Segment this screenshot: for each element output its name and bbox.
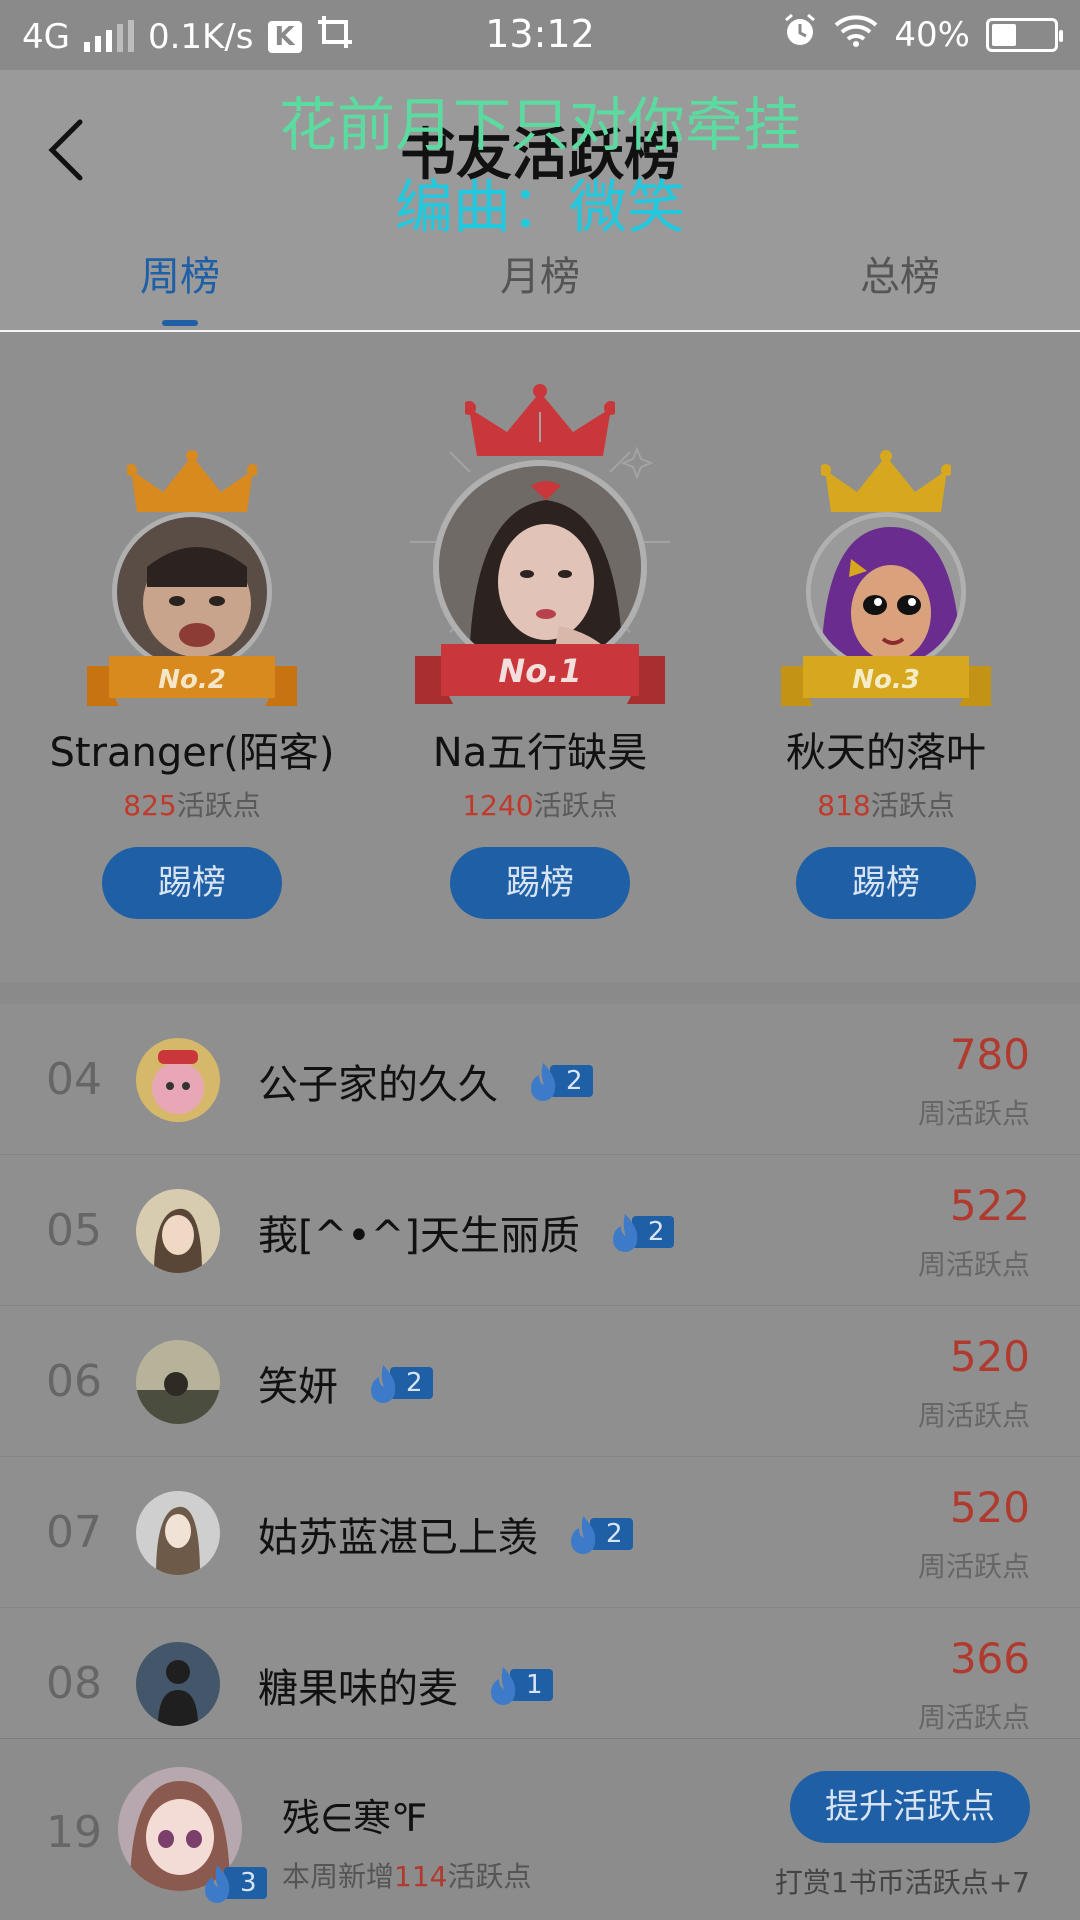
tab-weekly[interactable]: 周榜 <box>0 242 360 330</box>
activity-label: 周活跃点 <box>917 1399 1030 1432</box>
activity-value: 522 <box>949 1181 1030 1230</box>
activity-label: 周活跃点 <box>917 1097 1030 1130</box>
lyric-overlay-line1: 花前月下只对你牵挂 <box>278 91 801 159</box>
user-name: 糖果味的麦 1 <box>258 1656 553 1714</box>
podium-first: No.1 Na五行缺昊 1240活跃点 踢榜 <box>360 332 720 982</box>
rank-number: 07 <box>46 1507 102 1558</box>
rank-ribbon: No.1 <box>415 644 665 704</box>
ranking-tabs: 周榜 月榜 总榜 <box>0 242 1080 330</box>
level-badge: 2 <box>610 1214 675 1252</box>
list-item[interactable]: 08 糖果味的麦 1 366 周活跃点 <box>0 1608 1080 1759</box>
raise-activity-button[interactable]: 提升活跃点 <box>790 1771 1030 1843</box>
activity-label: 周活跃点 <box>917 1550 1030 1583</box>
my-name: 残∈寒℉ <box>282 1796 428 1840</box>
rank-ribbon: No.2 <box>87 656 297 706</box>
activity-label: 周活跃点 <box>917 1701 1030 1734</box>
my-rank-bar: 19 3 残∈寒℉ 本周新增114活跃点 提升活跃点 打赏1书币活跃点+7 <box>0 1738 1080 1920</box>
activity-value: 520 <box>949 1483 1030 1532</box>
wifi-icon <box>834 13 878 56</box>
avatar[interactable] <box>136 1642 220 1726</box>
avatar[interactable] <box>112 512 272 672</box>
avatar[interactable] <box>136 1038 220 1122</box>
podium-points: 818活跃点 <box>817 789 955 822</box>
user-name: 笑妍 2 <box>258 1354 433 1412</box>
crown-icon <box>821 450 951 512</box>
user-name: 公子家的久久 2 <box>258 1052 593 1110</box>
battery-fill <box>992 23 1016 46</box>
flame-icon <box>205 1865 230 1903</box>
podium-points: 1240活跃点 <box>462 789 618 822</box>
list-item[interactable]: 06 笑妍 2 520 周活跃点 <box>0 1306 1080 1457</box>
activity-value: 366 <box>949 1634 1030 1683</box>
rank-number: 08 <box>46 1658 102 1709</box>
rank-number: 04 <box>46 1054 102 1105</box>
level-badge: 1 <box>488 1667 553 1705</box>
avatar[interactable] <box>136 1189 220 1273</box>
reward-tip: 打赏1书币活跃点+7 <box>774 1866 1030 1899</box>
crown-icon <box>127 450 257 512</box>
activity-value: 780 <box>949 1030 1030 1079</box>
user-name: 莪[^•^]天生丽质 2 <box>258 1203 675 1261</box>
flame-icon <box>371 1365 396 1403</box>
list-item[interactable]: 05 莪[^•^]天生丽质 2 522 周活跃点 <box>0 1155 1080 1306</box>
podium-third: No.3 秋天的落叶 818活跃点 踢榜 <box>706 332 1066 982</box>
activity-label: 周活跃点 <box>917 1248 1030 1281</box>
level-badge: 2 <box>528 1063 593 1101</box>
list-item[interactable]: 04 公子家的久久 2 780 周活跃点 <box>0 1004 1080 1155</box>
tab-total[interactable]: 总榜 <box>720 242 1080 330</box>
level-badge: 3 <box>202 1865 267 1903</box>
level-badge: 2 <box>568 1516 633 1554</box>
lyric-overlay-line2: 编曲：微笑 <box>394 173 685 241</box>
header: 书友活跃榜 花前月下只对你牵挂 编曲：微笑 周榜 月榜 总榜 <box>0 70 1080 330</box>
kick-button[interactable]: 踢榜 <box>796 847 976 919</box>
rank-badge-label: No.3 <box>852 665 920 695</box>
podium-name: Na五行缺昊 <box>432 730 648 776</box>
list-item[interactable]: 07 姑苏蓝湛已上羡 2 520 周活跃点 <box>0 1457 1080 1608</box>
flame-icon <box>571 1516 596 1554</box>
flame-icon <box>531 1063 556 1101</box>
alarm-icon <box>782 12 818 57</box>
rank-badge-label: No.1 <box>498 652 581 690</box>
kick-button[interactable]: 踢榜 <box>102 847 282 919</box>
rank-badge-label: No.2 <box>158 665 226 695</box>
status-right: 40% <box>782 12 1063 57</box>
divider <box>0 982 1080 1004</box>
battery-percent: 40% <box>894 14 970 55</box>
avatar[interactable] <box>136 1491 220 1575</box>
rank-number: 06 <box>46 1356 102 1407</box>
flame-icon <box>491 1667 516 1705</box>
status-bar: 4G 0.1K/s K 13:12 40% <box>0 0 1080 70</box>
rank-number: 05 <box>46 1205 102 1256</box>
user-name: 姑苏蓝湛已上羡 2 <box>258 1505 633 1563</box>
podium: No.2 Stranger(陌客) 825活跃点 踢榜 No.1 Na五行缺昊 … <box>0 332 1080 982</box>
flame-icon <box>612 1214 638 1252</box>
my-rank-number: 19 <box>46 1807 102 1858</box>
battery-icon <box>986 17 1063 52</box>
weekly-increase: 本周新增114活跃点 <box>282 1860 532 1893</box>
kick-button[interactable]: 踢榜 <box>450 847 630 919</box>
podium-name: Stranger(陌客) <box>49 730 335 776</box>
activity-value: 520 <box>949 1332 1030 1381</box>
podium-points: 825活跃点 <box>123 789 261 822</box>
tab-monthly[interactable]: 月榜 <box>360 242 720 330</box>
avatar[interactable] <box>806 512 966 672</box>
avatar[interactable] <box>136 1340 220 1424</box>
podium-second: No.2 Stranger(陌客) 825活跃点 踢榜 <box>12 332 372 982</box>
ranking-list: 04 公子家的久久 2 780 周活跃点 05 莪[^•^]天生丽质 2 522… <box>0 1004 1080 1759</box>
level-badge: 2 <box>368 1365 433 1403</box>
rank-ribbon: No.3 <box>781 656 991 706</box>
podium-name: 秋天的落叶 <box>786 730 986 776</box>
